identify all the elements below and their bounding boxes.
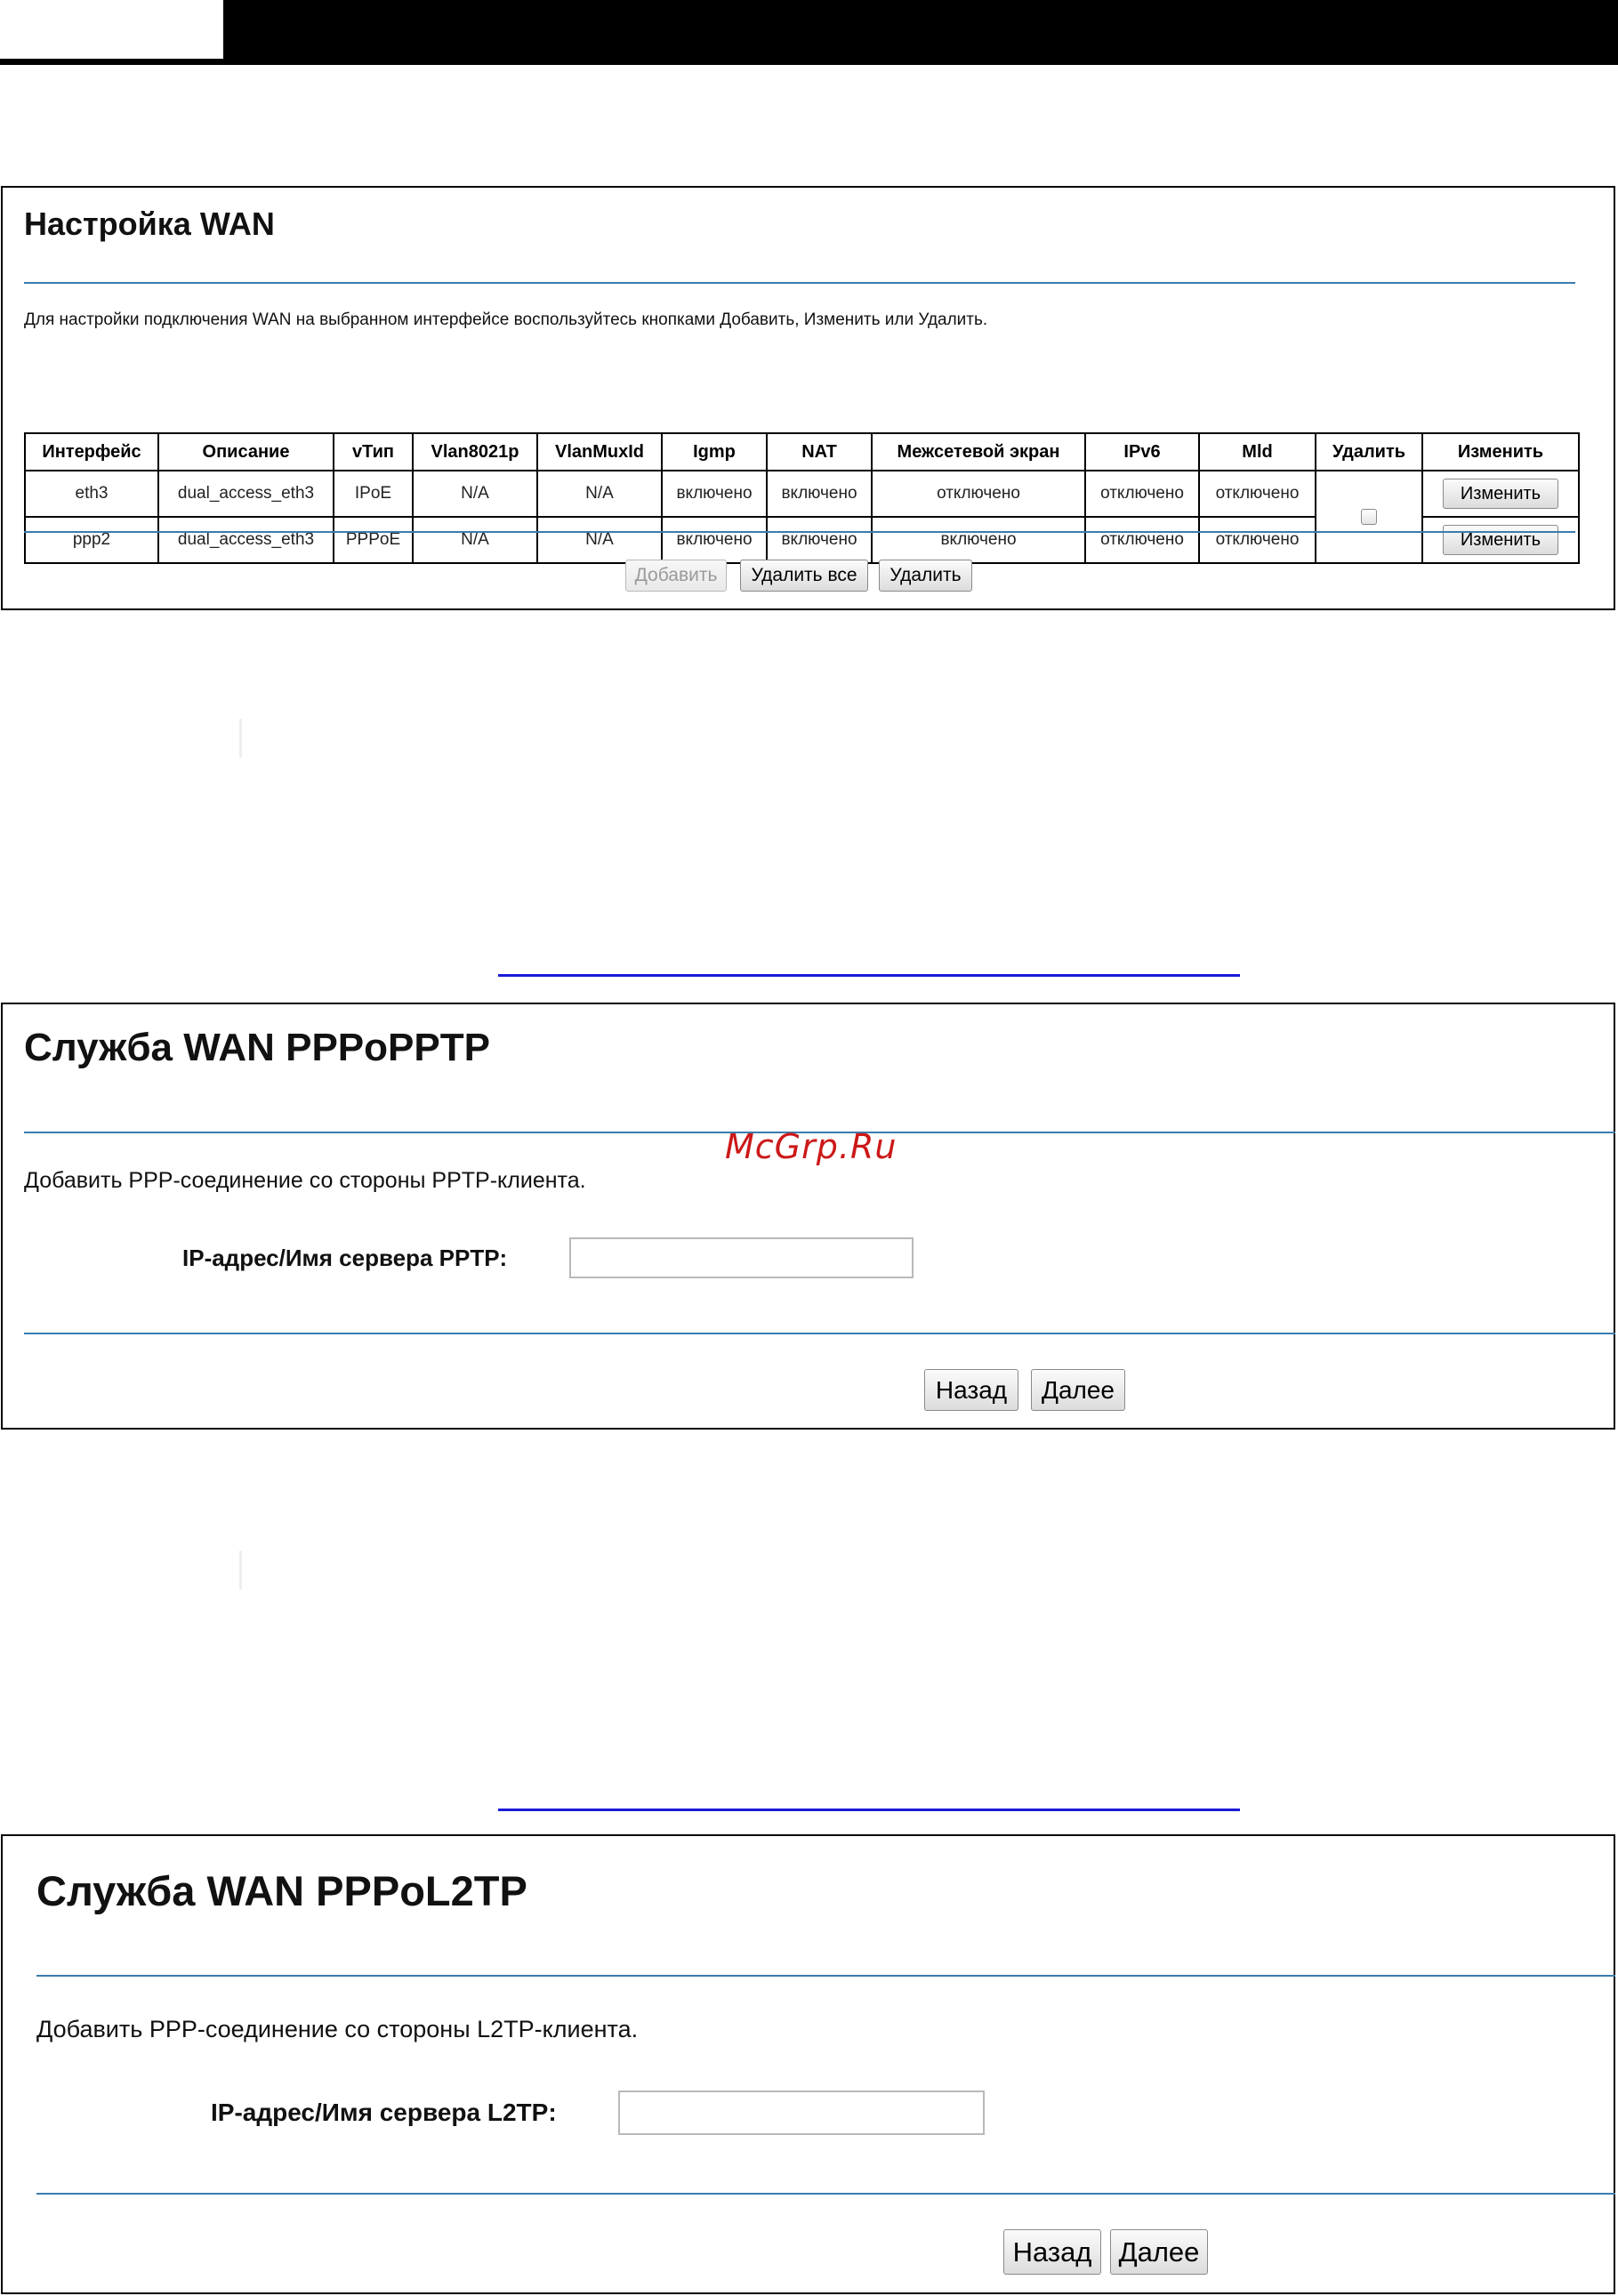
title-divider: [24, 282, 1575, 284]
l2tp-server-input[interactable]: [618, 2091, 985, 2135]
cell-firewall: отключено: [871, 470, 1086, 518]
cell-igmp: включено: [661, 470, 768, 518]
column-header: Удалить: [1315, 432, 1423, 471]
column-header: vТип: [333, 432, 414, 471]
column-header: Описание: [157, 432, 334, 471]
pptp-description: Добавить PPP-соединение со стороны PPTP-…: [24, 1168, 586, 1193]
cell-edit: Изменить: [1421, 516, 1580, 564]
margin-mark: [239, 719, 242, 758]
next-button[interactable]: Далее: [1031, 1369, 1125, 1411]
delete-checkbox[interactable]: [1361, 508, 1377, 525]
cell-vlan8021p: N/A: [412, 516, 538, 564]
watermark: McGrp.Ru: [725, 1127, 898, 1166]
column-header: Межсетевой экран: [871, 432, 1086, 471]
pptp-server-label: IP-адрес/Имя сервера PPTP:: [182, 1245, 508, 1271]
cell-description: dual_access_eth3: [157, 470, 334, 518]
add-button[interactable]: Добавить: [625, 560, 727, 592]
wan-setup-panel: Настройка WAN Для настройки подключения …: [1, 186, 1615, 610]
footer-divider: [24, 531, 1575, 533]
edit-button[interactable]: Изменить: [1443, 479, 1558, 509]
footer-divider: [36, 2193, 1615, 2195]
column-header: Изменить: [1421, 432, 1580, 471]
cell-type: IPoE: [333, 470, 414, 518]
column-header: VlanMuxId: [536, 432, 663, 471]
wan-setup-description: Для настройки подключения WAN на выбранн…: [24, 310, 988, 329]
header-tab: [0, 0, 223, 59]
cell-firewall: включено: [871, 516, 1086, 564]
next-button[interactable]: Далее: [1110, 2229, 1208, 2275]
column-header: Igmp: [661, 432, 768, 471]
back-button[interactable]: Назад: [1003, 2229, 1101, 2275]
delete-button[interactable]: Удалить: [879, 560, 972, 592]
delete-all-button[interactable]: Удалить все: [740, 560, 868, 592]
column-header: Интерфейс: [24, 432, 159, 471]
cell-igmp: включено: [661, 516, 768, 564]
cell-nat: включено: [766, 516, 873, 564]
column-header: Vlan8021p: [412, 432, 538, 471]
cell-vlan8021p: N/A: [412, 470, 538, 518]
link-underline: [498, 1809, 1240, 1811]
cell-vlanmuxid: N/A: [536, 516, 663, 564]
cell-edit: Изменить: [1421, 470, 1580, 518]
top-header-bar: [0, 0, 1618, 65]
column-header: Mld: [1198, 432, 1316, 471]
edit-button[interactable]: Изменить: [1443, 525, 1558, 555]
table-row: eth3 dual_access_eth3 IPoE N/A N/A включ…: [24, 470, 1580, 564]
column-header: NAT: [766, 432, 873, 471]
cell-mld: отключено: [1198, 470, 1316, 518]
l2tp-server-label: IP-адрес/Имя сервера L2TP:: [211, 2099, 557, 2126]
footer-divider: [24, 1333, 1615, 1334]
pptp-title: Служба WAN PPPoPPTP: [24, 1026, 490, 1069]
cell-delete: [1315, 470, 1423, 564]
wan-setup-title: Настройка WAN: [24, 205, 275, 242]
l2tp-description: Добавить PPP-соединение со стороны L2TP-…: [36, 2016, 639, 2042]
wan-interfaces-table: Интерфейс Описание vТип Vlan8021p VlanMu…: [24, 432, 1580, 564]
l2tp-title: Служба WAN PPPoL2TP: [36, 1867, 527, 1914]
margin-mark: [239, 1551, 242, 1590]
pptp-panel: Служба WAN PPPoPPTP Добавить PPP-соедине…: [1, 1003, 1615, 1430]
cell-mld: отключено: [1198, 516, 1316, 564]
title-divider: [36, 1975, 1615, 1977]
cell-vlanmuxid: N/A: [536, 470, 663, 518]
cell-description: dual_access_eth3: [157, 516, 334, 564]
cell-ipv6: отключено: [1084, 516, 1200, 564]
table-header-row: Интерфейс Описание vТип Vlan8021p VlanMu…: [24, 432, 1580, 471]
cell-type: PPPoE: [333, 516, 414, 564]
back-button[interactable]: Назад: [924, 1369, 1018, 1411]
column-header: IPv6: [1084, 432, 1200, 471]
pptp-server-input[interactable]: [569, 1237, 914, 1278]
cell-interface: ppp2: [24, 516, 159, 564]
l2tp-panel: Служба WAN PPPoL2TP Добавить PPP-соедине…: [1, 1834, 1615, 2294]
link-underline: [498, 974, 1240, 977]
cell-ipv6: отключено: [1084, 470, 1200, 518]
cell-interface: eth3: [24, 470, 159, 518]
cell-nat: включено: [766, 470, 873, 518]
